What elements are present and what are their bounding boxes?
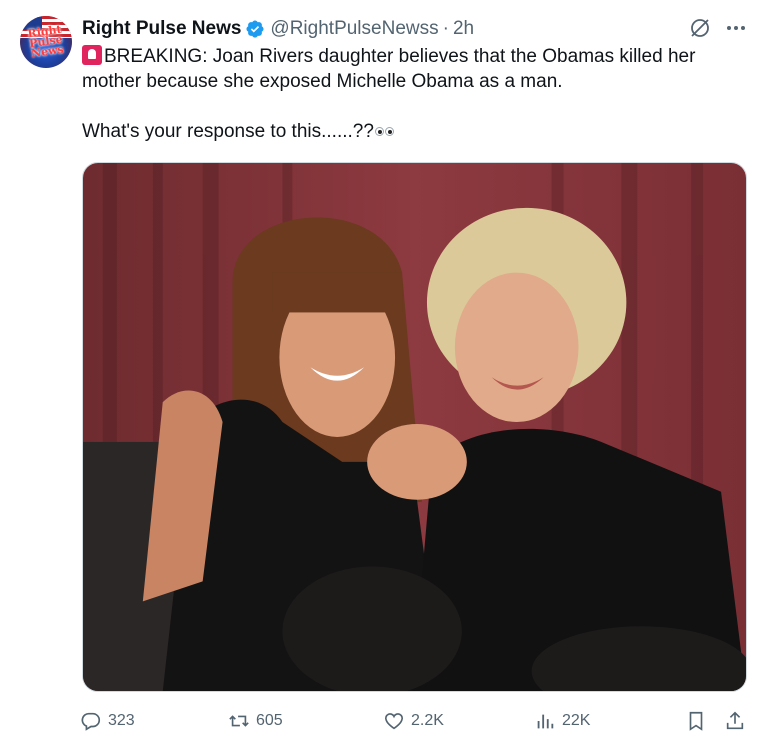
separator-dot: ·	[442, 18, 449, 39]
more-icon[interactable]	[724, 16, 748, 40]
reply-count: 323	[108, 712, 135, 729]
siren-emoji-icon	[82, 45, 102, 65]
reply-icon	[81, 712, 101, 731]
tweet-text: BREAKING: Joan Rivers daughter believes …	[82, 44, 742, 144]
tweet-line-1: BREAKING: Joan Rivers daughter believes …	[82, 44, 742, 94]
like-button[interactable]: 2.2K	[383, 705, 444, 737]
tweet-line-2-text: What's your response to this......??	[82, 121, 374, 142]
tweet-header: Right Pulse News @RightPulseNewss · 2h	[82, 17, 474, 41]
like-count: 2.2K	[411, 712, 444, 729]
timestamp[interactable]: 2h	[453, 18, 474, 40]
tweet-line-2: What's your response to this......??	[82, 119, 742, 144]
photo-illustration	[83, 163, 746, 691]
repost-count: 605	[256, 712, 283, 729]
reply-button[interactable]: 323	[80, 705, 135, 737]
tweet-media-photo[interactable]	[82, 162, 747, 692]
grok-icon[interactable]	[688, 16, 712, 40]
views-count: 22K	[562, 712, 591, 729]
share-button[interactable]	[724, 705, 746, 737]
action-bar: 323 605 2.2K 22K	[80, 705, 752, 737]
avatar[interactable]: Right Pulse News	[20, 16, 72, 68]
author-name[interactable]: Right Pulse News	[82, 18, 241, 40]
share-icon	[726, 711, 744, 730]
heart-icon	[384, 713, 404, 730]
repost-icon	[229, 715, 249, 727]
repost-button[interactable]: 605	[228, 705, 283, 737]
bookmark-button[interactable]	[685, 705, 707, 737]
bookmark-icon	[689, 711, 703, 731]
tweet-line-1-text: BREAKING: Joan Rivers daughter believes …	[82, 46, 696, 92]
views-icon	[537, 714, 554, 729]
views-button[interactable]: 22K	[534, 705, 590, 737]
eyes-emoji-icon	[374, 127, 394, 136]
avatar-logo-text: Right Pulse News	[26, 22, 65, 61]
author-handle[interactable]: @RightPulseNewss	[270, 18, 438, 40]
verified-badge-icon	[245, 19, 265, 39]
